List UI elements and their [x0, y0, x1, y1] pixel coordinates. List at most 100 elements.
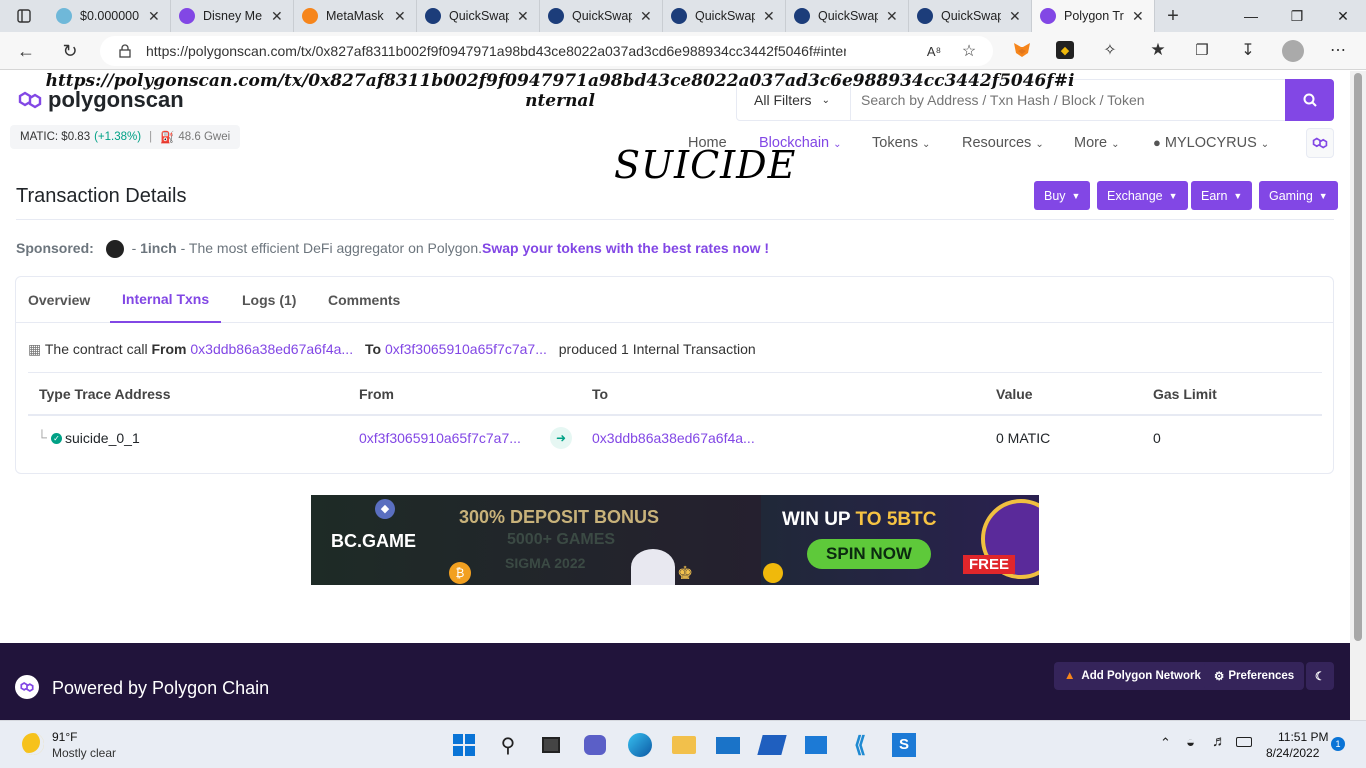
profile-avatar[interactable]	[1282, 40, 1304, 62]
tab-close-icon[interactable]: ✕	[148, 8, 160, 25]
mail-icon[interactable]	[714, 731, 742, 759]
tab-favicon-icon	[302, 8, 318, 24]
battery-icon[interactable]	[1236, 737, 1252, 747]
vpn-icon[interactable]	[757, 731, 787, 759]
show-hidden-icons[interactable]: ⌃	[1160, 735, 1171, 751]
browser-tab[interactable]: QuickSwap ✕	[417, 0, 540, 32]
table-row: └ ✓ suicide_0_1 0xf3f3065910a65f7c7a7...…	[28, 416, 1322, 462]
tab-close-icon[interactable]: ✕	[763, 8, 775, 25]
buy-button[interactable]: Buy ▼	[1034, 181, 1091, 210]
tab-close-icon[interactable]: ✕	[394, 8, 406, 25]
puzzle-icon: ▦	[28, 341, 42, 357]
collections-icon[interactable]: ❐	[1192, 40, 1212, 60]
file-explorer-icon[interactable]	[670, 731, 698, 759]
tab-title: QuickSwap	[941, 9, 1001, 23]
nav-more[interactable]: More ⌄	[1074, 135, 1119, 151]
minimize-button[interactable]: —	[1228, 0, 1274, 32]
notification-badge[interactable]: 1	[1331, 737, 1345, 751]
tab-favicon-icon	[548, 8, 564, 24]
add-polygon-network-button[interactable]: ▲ Add Polygon Network	[1054, 662, 1211, 690]
search-taskbar-icon[interactable]: ⚲	[494, 731, 522, 759]
tab-comments[interactable]: Comments	[328, 277, 400, 323]
edge-icon[interactable]	[626, 731, 654, 759]
gas-price: 48.6 Gwei	[178, 131, 231, 143]
browser-tab[interactable]: QuickSwap ✕	[909, 0, 1032, 32]
nav-user[interactable]: ● MYLOCYRUS ⌄	[1153, 135, 1269, 151]
clock-time[interactable]: 11:51 PM	[1278, 730, 1328, 744]
read-aloud-icon[interactable]: A⁸	[925, 42, 943, 60]
nav-tokens[interactable]: Tokens ⌄	[872, 135, 930, 151]
settings-more-icon[interactable]: ⋯	[1328, 40, 1348, 60]
tab-overview[interactable]: Overview	[28, 277, 90, 323]
page-scrollbar[interactable]	[1350, 71, 1366, 720]
summary-to-address[interactable]: 0xf3f3065910a65f7c7a7...	[385, 341, 547, 357]
matic-change: (+1.38%)	[94, 131, 142, 143]
detail-tabs: Overview Internal Txns Logs (1) Comments	[16, 277, 1333, 323]
earn-button[interactable]: Earn ▼	[1191, 181, 1253, 210]
search-button[interactable]	[1285, 79, 1334, 121]
spin-now-button[interactable]: SPIN NOW	[807, 539, 931, 569]
scrollbar-thumb[interactable]	[1354, 73, 1362, 641]
gas-icon: ⛽	[160, 132, 175, 144]
refresh-icon[interactable]: ↻	[58, 40, 82, 62]
network-switch-button[interactable]	[1306, 128, 1334, 158]
tab-logs[interactable]: Logs (1)	[242, 277, 296, 323]
tab-close-icon[interactable]: ✕	[517, 8, 529, 25]
extensions-icon[interactable]: ✧	[1100, 40, 1120, 60]
dark-mode-toggle[interactable]: ☾	[1306, 662, 1334, 690]
moon-icon: ☾	[1314, 671, 1326, 683]
task-view-icon[interactable]	[537, 731, 565, 759]
new-tab-button[interactable]: +	[1155, 0, 1191, 32]
summary-from-address[interactable]: 0x3ddb86a38ed67a6f4a...	[190, 341, 353, 357]
browser-tab[interactable]: QuickSwap ✕	[663, 0, 786, 32]
metamask-extension-icon[interactable]	[1012, 40, 1032, 60]
bitcoin-coin-icon: ₿	[449, 562, 471, 584]
preferences-button[interactable]: ⚙ Preferences	[1204, 662, 1305, 690]
advertisement-banner[interactable]: ◆ BC.GAME 300% DEPOSIT BONUS 5000+ GAMES…	[311, 495, 1039, 585]
clock-date[interactable]: 8/24/2022	[1266, 746, 1319, 760]
computer-icon[interactable]	[802, 731, 830, 759]
back-icon[interactable]: ←	[14, 40, 38, 62]
browser-tab[interactable]: Polygon Tr ✕	[1032, 0, 1155, 32]
browser-tab[interactable]: Disney Me ✕	[171, 0, 294, 32]
unicorn-icon	[105, 240, 124, 259]
restore-button[interactable]: ❐	[1274, 0, 1320, 32]
tab-internal-txns[interactable]: Internal Txns	[110, 277, 222, 323]
tab-close-icon[interactable]: ✕	[1132, 8, 1144, 25]
app-s-icon[interactable]: S	[890, 731, 918, 759]
start-button[interactable]	[450, 731, 478, 759]
internal-txns-card: Overview Internal Txns Logs (1) Comments…	[15, 276, 1334, 474]
browser-tab[interactable]: QuickSwap ✕	[786, 0, 909, 32]
vscode-icon[interactable]: ⟪	[846, 731, 874, 759]
tree-branch-icon: └	[37, 429, 47, 445]
row-from-address[interactable]: 0xf3f3065910a65f7c7a7...	[359, 430, 521, 446]
downloads-icon[interactable]: ↧	[1238, 40, 1258, 60]
volume-icon[interactable]: ♬	[1212, 733, 1227, 750]
browser-tab[interactable]: $0.000000 ✕	[48, 0, 171, 32]
favorite-add-icon[interactable]: ☆	[960, 42, 978, 60]
tab-close-icon[interactable]: ✕	[886, 8, 898, 25]
extension-icon[interactable]: ◆	[1056, 41, 1074, 59]
search-icon	[1303, 93, 1317, 107]
favorites-icon[interactable]: ★	[1148, 40, 1168, 60]
row-to-address[interactable]: 0x3ddb86a38ed67a6f4a...	[592, 430, 755, 446]
address-bar-row: ← ↻ https://polygonscan.com/tx/0x827af83…	[0, 32, 1366, 70]
tab-close-icon[interactable]: ✕	[1009, 8, 1021, 25]
tab-close-icon[interactable]: ✕	[271, 8, 283, 25]
browser-tab[interactable]: QuickSwap ✕	[540, 0, 663, 32]
gaming-button[interactable]: Gaming ▼	[1259, 181, 1338, 210]
tab-actions-icon[interactable]	[0, 0, 48, 32]
nav-resources[interactable]: Resources ⌄	[962, 135, 1044, 151]
browser-tab[interactable]: MetaMask ✕	[294, 0, 417, 32]
url-field[interactable]: https://polygonscan.com/tx/0x827af8311b0…	[100, 36, 993, 66]
exchange-button[interactable]: Exchange ▼	[1097, 181, 1188, 210]
close-window-button[interactable]: ✕	[1320, 0, 1366, 32]
sponsor-link[interactable]: Swap your tokens with the best rates now…	[482, 240, 769, 256]
wifi-icon[interactable]: ◒	[1186, 734, 1195, 751]
row-value: 0 MATIC	[996, 430, 1051, 446]
weather-icon[interactable]	[22, 733, 44, 755]
page-viewport: polygonscan MATIC: $0.83 (+1.38%) | ⛽ 48…	[0, 71, 1350, 720]
tab-close-icon[interactable]: ✕	[640, 8, 652, 25]
tab-title: MetaMask	[326, 9, 384, 23]
chat-icon[interactable]	[581, 731, 609, 759]
